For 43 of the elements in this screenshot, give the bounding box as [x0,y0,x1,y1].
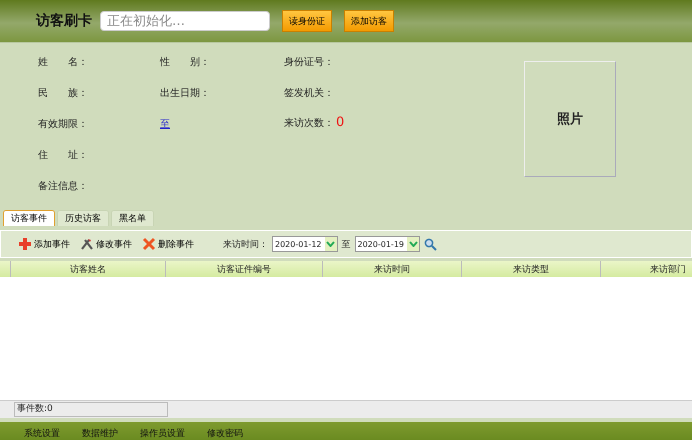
field-label: 有效期限： [38,118,89,131]
date-picker[interactable]: 2020-01-12 [272,236,338,252]
dropdown-chevron-icon[interactable] [408,241,418,247]
field-label: 备注信息： [38,180,89,193]
delete-icon [142,237,156,251]
event-count: 事件数:0 [14,402,168,417]
search-icon[interactable] [424,238,437,250]
header-button[interactable]: 读身份证 [282,10,332,32]
field-label: 姓 名： [38,56,89,69]
column-header[interactable]: 来访部门 [601,261,692,277]
toolbar-button[interactable]: 修改事件 [77,237,135,251]
tab[interactable]: 访客事件 [3,210,55,226]
header-button[interactable]: 添加访客 [344,10,394,32]
tab[interactable]: 黑名单 [111,210,154,226]
time-label: 来访时间： [223,238,268,250]
validity-link[interactable]: 至 [160,117,284,131]
toolbar-button[interactable]: 添加事件 [15,237,73,251]
field-label: 性 别： [160,56,211,69]
date-picker[interactable]: 2020-01-19 [354,236,420,252]
field-label: 出生日期： [160,86,211,100]
field-label: 住 址： [38,148,89,162]
tab[interactable]: 历史访客 [57,210,109,226]
card-input-field[interactable]: 正在初始化… [100,11,270,31]
column-header[interactable]: 来访时间 [323,261,462,277]
field-label: 民 族： [38,86,89,100]
menu-item[interactable]: 操作员设置 [140,428,185,440]
column-header[interactable]: 访客姓名 [11,261,166,277]
field-label: 签发机关： [284,86,335,100]
app-title: 访客刷卡 [36,12,92,30]
column-header[interactable]: 访客证件编号 [166,261,323,277]
to-label: 至 [342,238,350,250]
column-header[interactable]: 来访类型 [462,261,601,277]
plus-icon [18,237,32,251]
dropdown-chevron-icon[interactable] [326,241,335,247]
menu-item[interactable]: 系统设置 [24,428,60,440]
menu-item[interactable]: 数据维护 [82,428,118,440]
visit-count: 0 [336,115,344,130]
tools-icon [80,237,94,251]
menu-item[interactable]: 修改密码 [207,428,243,440]
toolbar-button[interactable]: 删除事件 [139,237,197,251]
field-label: 身份证号： [284,56,335,69]
field-label: 来访次数： [284,118,334,129]
photo-panel: 照片 [524,61,616,177]
